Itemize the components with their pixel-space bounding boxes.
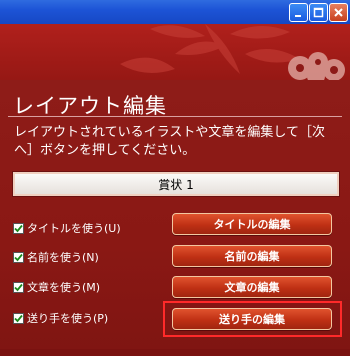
option-title[interactable]: タイトルを使う(U) [13,219,121,237]
bottom-border [0,349,350,356]
option-sender[interactable]: 送り手を使う(P) [13,309,108,327]
checkbox-label: 名前を使う(N) [27,251,99,264]
edit-name-button[interactable]: 名前の編集 [172,245,332,267]
checkmark-icon [14,314,23,322]
edit-sender-button[interactable]: 送り手の編集 [172,308,332,330]
checkbox-label: 文章を使う(M) [27,281,101,294]
option-name[interactable]: 名前を使う(N) [13,248,99,266]
option-text[interactable]: 文章を使う(M) [13,278,100,296]
edit-title-button[interactable]: タイトルの編集 [172,213,332,235]
checkbox-use-name[interactable] [13,251,24,263]
close-button[interactable] [329,3,348,22]
checkmark-icon [14,253,23,261]
decorative-header [0,24,350,80]
checkbox-use-sender[interactable] [13,312,24,324]
checkmark-icon [14,283,23,291]
checkbox-label: 送り手を使う(P) [27,312,109,325]
app-window: レイアウト編集 レイアウトされているイラストや文章を編集して［次へ］ボタンを押し… [0,0,350,356]
instruction-text: レイアウトされているイラストや文章を編集して［次へ］ボタンを押してください。 [14,125,325,158]
checkbox-use-title[interactable] [13,222,24,234]
divider [8,116,342,117]
edit-text-button[interactable]: 文章の編集 [172,276,332,298]
checkbox-label: タイトルを使う(U) [27,222,121,235]
close-icon [334,8,343,17]
minimize-icon [295,15,301,17]
layout-name-field[interactable]: 賞状 1 [12,171,340,197]
maximize-icon [313,7,324,18]
minimize-button[interactable] [289,3,308,22]
bamboo-leaf-pattern [120,24,345,80]
checkbox-use-text[interactable] [13,281,24,293]
maximize-button[interactable] [309,3,328,22]
title-bar [0,0,350,24]
checkmark-icon [14,224,23,232]
